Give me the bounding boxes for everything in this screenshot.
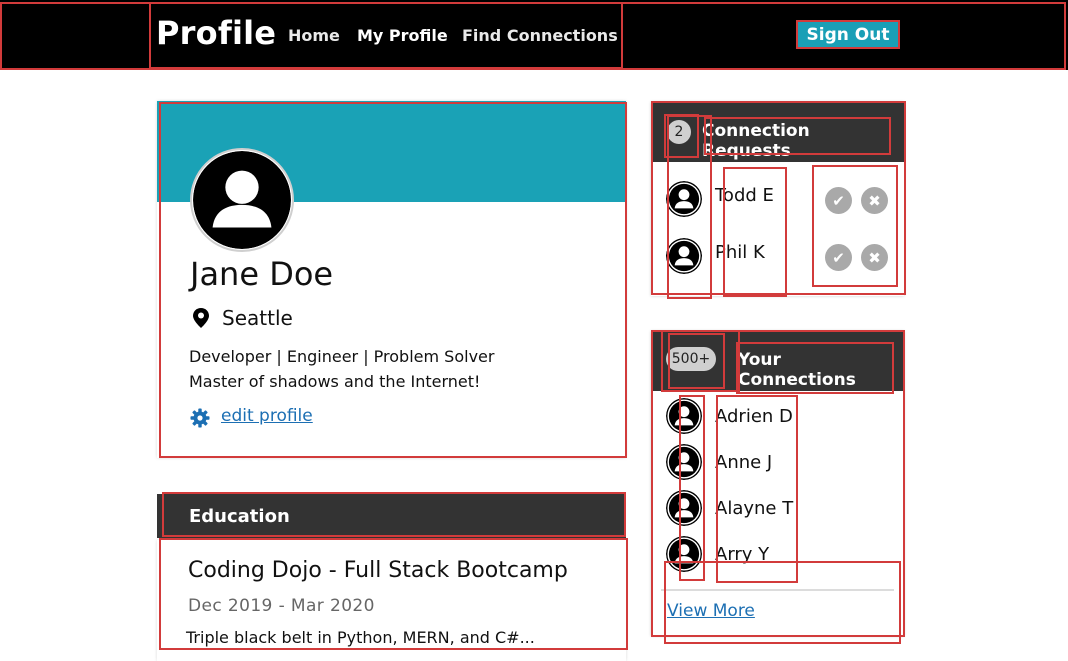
view-more-link[interactable]: View More <box>667 601 755 621</box>
map-pin-icon <box>193 308 209 328</box>
avatar-icon <box>666 490 702 526</box>
divider <box>661 589 894 591</box>
connection-row[interactable]: Adrien D <box>651 398 904 438</box>
education-title: Coding Dojo - Full Stack Bootcamp <box>188 558 568 583</box>
connection-row[interactable]: Alayne T <box>651 490 904 530</box>
sign-out-button[interactable]: Sign Out <box>798 22 898 47</box>
connections-count-badge: 500+ <box>666 347 716 371</box>
top-navbar: Profile Home My Profile Find Connections… <box>0 0 1068 70</box>
page-title: Profile <box>156 14 277 52</box>
requests-count-badge: 2 <box>667 120 691 144</box>
connection-name: Arry Y <box>715 544 770 565</box>
education-description: Triple black belt in Python, MERN, and C… <box>186 628 535 647</box>
check-icon[interactable]: ✔ <box>825 187 852 214</box>
bio-line: Developer | Engineer | Problem Solver <box>189 347 495 366</box>
avatar-icon <box>666 238 702 274</box>
connections-panel: 500+ Your Connections Adrien D Anne J Al… <box>651 331 904 636</box>
connections-title: Your Connections <box>738 350 856 390</box>
profile-name: Jane Doe <box>190 255 334 293</box>
bio-line: Master of shadows and the Internet! <box>189 372 481 391</box>
edit-profile-link[interactable]: edit profile <box>221 406 313 426</box>
check-icon[interactable]: ✔ <box>825 244 852 271</box>
connection-name: Adrien D <box>715 406 793 427</box>
profile-bio: Developer | Engineer | Problem Solver Ma… <box>189 344 494 394</box>
requests-header: 2 Connection Requests <box>651 102 904 162</box>
request-row: Phil K ✔ ✖ <box>651 236 904 276</box>
nav-home-link[interactable]: Home <box>288 26 340 45</box>
requests-title: Connection Requests <box>702 121 810 161</box>
profile-location: Seattle <box>222 306 293 330</box>
close-icon[interactable]: ✖ <box>861 244 888 271</box>
education-item: Coding Dojo - Full Stack Bootcamp Dec 20… <box>157 540 626 661</box>
education-header: Education <box>157 494 626 538</box>
profile-card: Jane Doe Seattle Developer | Engineer | … <box>157 101 626 458</box>
request-name: Phil K <box>715 242 765 263</box>
avatar-icon <box>666 398 702 434</box>
nav-my-profile-link[interactable]: My Profile <box>357 26 448 45</box>
connection-row[interactable]: Anne J <box>651 444 904 484</box>
avatar-icon <box>666 536 702 572</box>
avatar-icon <box>666 444 702 480</box>
connections-header: 500+ Your Connections <box>651 331 904 391</box>
request-name: Todd E <box>715 185 774 206</box>
education-heading: Education <box>189 506 290 527</box>
connection-name: Alayne T <box>715 498 794 519</box>
nav-find-connections-link[interactable]: Find Connections <box>462 26 618 45</box>
request-row: Todd E ✔ ✖ <box>651 179 904 219</box>
connection-requests-panel: 2 Connection Requests Todd E ✔ ✖ Phil K … <box>651 102 904 296</box>
avatar-icon <box>666 181 702 217</box>
connection-name: Anne J <box>715 452 773 473</box>
gear-icon[interactable] <box>190 408 210 428</box>
education-dates: Dec 2019 - Mar 2020 <box>188 596 375 616</box>
close-icon[interactable]: ✖ <box>861 187 888 214</box>
avatar-icon <box>193 151 291 249</box>
connection-row[interactable]: Arry Y <box>651 536 904 576</box>
